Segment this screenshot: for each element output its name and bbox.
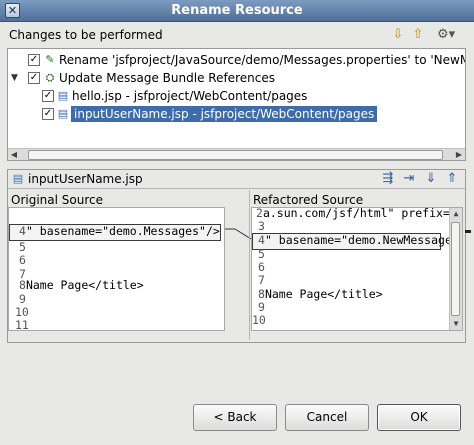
- window-title: Rename Resource: [171, 3, 303, 18]
- copy-all-left-icon[interactable]: ⇶: [380, 171, 396, 187]
- change-marker: [465, 230, 471, 233]
- diff-connector: [225, 228, 251, 240]
- previous-change-icon[interactable]: ⇧: [410, 27, 426, 43]
- checkbox[interactable]: ✓: [28, 54, 40, 66]
- changes-horizontal-scrollbar[interactable]: ◀ ▶: [8, 148, 465, 160]
- checkbox[interactable]: ✓: [42, 90, 54, 102]
- panel-sash[interactable]: [0, 162, 474, 168]
- code-line: 7: [258, 273, 265, 287]
- scroll-up-icon[interactable]: ▲: [450, 208, 462, 220]
- view-menu-icon[interactable]: ⚙▾: [437, 27, 455, 43]
- original-source-pane[interactable]: 4" basename="demo.Messages"/> 5 6 7 8Nam…: [8, 207, 225, 331]
- tree-item-inputusername-jsp[interactable]: ✓ ▤ inputUserName.jsp - jsfproject/WebCo…: [8, 105, 465, 123]
- tree-item-hello-jsp[interactable]: ✓ ▤ hello.jsp - jsfproject/WebContent/pa…: [8, 87, 465, 105]
- pane-divider: [249, 190, 250, 340]
- rename-change-icon: ✎: [45, 53, 55, 66]
- code-line: 6: [19, 253, 26, 267]
- code-line: 8Name Page</title>: [19, 278, 144, 292]
- cancel-button-label: Cancel: [306, 410, 348, 424]
- cancel-button[interactable]: Cancel: [285, 404, 369, 431]
- tree-item-rename[interactable]: ✓ ✎ Rename 'jsfproject/JavaSource/demo/M…: [8, 51, 465, 69]
- scroll-left-icon[interactable]: ◀: [8, 149, 20, 161]
- code-line: 11: [15, 318, 29, 331]
- scroll-thumb[interactable]: [28, 150, 443, 160]
- tree-item-label: inputUserName.jsp - jsfproject/WebConten…: [71, 106, 378, 122]
- composite-change-icon: ⛭: [45, 71, 55, 84]
- jsp-file-icon: ▤: [12, 172, 24, 185]
- changes-tree: ✓ ✎ Rename 'jsfproject/JavaSource/demo/M…: [7, 48, 466, 161]
- code-line: 10: [252, 313, 266, 327]
- next-difference-icon[interactable]: ⇓: [423, 171, 439, 187]
- tree-item-label: Rename 'jsfproject/JavaSource/demo/Messa…: [59, 53, 465, 67]
- ok-button-label: OK: [410, 410, 428, 424]
- scroll-right-icon[interactable]: ▶: [453, 149, 465, 161]
- tree-item-label: Update Message Bundle References: [59, 71, 275, 85]
- jsp-file-icon: ▤: [57, 107, 69, 120]
- back-button-label: < Back: [213, 410, 257, 424]
- scroll-thumb[interactable]: [451, 222, 460, 316]
- tree-item-update-references[interactable]: ▼ ✓ ⛭ Update Message Bundle References: [8, 69, 465, 87]
- original-source-header: Original Source: [11, 193, 103, 207]
- title-bar: ✕ Rename Resource: [0, 0, 474, 22]
- expand-toggle-icon[interactable]: ▼: [11, 71, 21, 85]
- code-line: 3: [258, 219, 265, 233]
- refactored-source-header: Refactored Source: [253, 193, 364, 207]
- back-button[interactable]: < Back: [193, 404, 277, 431]
- scroll-down-icon[interactable]: ▼: [450, 318, 462, 330]
- code-line: 8Name Page</title>: [258, 287, 383, 301]
- changes-header: Changes to be performed: [9, 28, 163, 42]
- checkbox[interactable]: ✓: [28, 72, 40, 84]
- checkbox[interactable]: ✓: [42, 108, 54, 120]
- code-line: 2a.sun.com/jsf/html" prefix=": [256, 207, 457, 220]
- ok-button[interactable]: OK: [377, 404, 461, 431]
- tree-item-label: hello.jsp - jsfproject/WebContent/pages: [72, 89, 308, 103]
- divider: [8, 188, 465, 189]
- code-line: 4" basename="demo.Messages"/>: [19, 224, 220, 238]
- compare-file-title: inputUserName.jsp: [28, 172, 143, 186]
- code-line: 4" basename="demo.NewMessage: [258, 233, 452, 247]
- next-change-icon[interactable]: ⇩: [390, 27, 406, 43]
- vertical-scrollbar[interactable]: ▲ ▼: [449, 208, 462, 330]
- jsp-file-icon: ▤: [57, 89, 69, 102]
- refactored-source-pane[interactable]: 2a.sun.com/jsf/html" prefix=" 3 4" basen…: [251, 207, 463, 331]
- previous-difference-icon[interactable]: ⇑: [444, 171, 460, 187]
- copy-current-icon[interactable]: ⇥: [401, 171, 417, 187]
